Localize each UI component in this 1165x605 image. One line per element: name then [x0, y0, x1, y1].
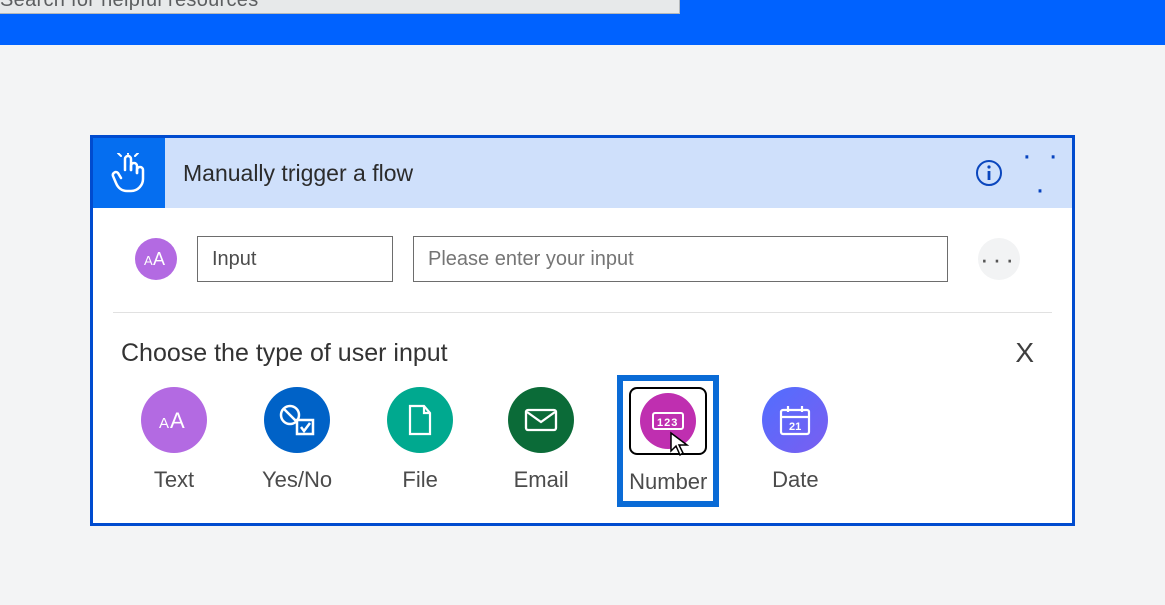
- text-type-icon: A A: [135, 238, 177, 280]
- trigger-card: Manually trigger a flow · · · A A ··: [90, 135, 1075, 526]
- type-label: Yes/No: [262, 467, 332, 493]
- resource-search[interactable]: Search for helpful resources: [0, 0, 680, 14]
- input-types-row: A A Text Yes/No: [121, 387, 1044, 495]
- date-icon: 21: [762, 387, 828, 453]
- trigger-header[interactable]: Manually trigger a flow · · ·: [93, 138, 1072, 208]
- type-label: Email: [514, 467, 569, 493]
- svg-text:21: 21: [789, 421, 801, 433]
- input-type-text[interactable]: A A Text: [141, 387, 207, 495]
- type-label: File: [402, 467, 437, 493]
- text-icon: A A: [141, 387, 207, 453]
- trigger-menu-icon[interactable]: · · ·: [1012, 139, 1072, 207]
- type-label: Text: [154, 467, 194, 493]
- file-icon: [387, 387, 453, 453]
- close-icon[interactable]: X: [1015, 337, 1044, 369]
- type-label: Number: [629, 469, 707, 495]
- existing-input-row: A A ···: [113, 214, 1052, 313]
- input-type-number[interactable]: 123 Number: [617, 375, 719, 507]
- trigger-title: Manually trigger a flow: [165, 160, 966, 187]
- type-label: Date: [772, 467, 818, 493]
- input-row-menu-icon[interactable]: ···: [978, 238, 1020, 280]
- flow-canvas: Manually trigger a flow · · · A A ··: [0, 45, 1165, 526]
- email-icon: [508, 387, 574, 453]
- app-ribbon: Search for helpful resources: [0, 0, 1165, 45]
- svg-text:123: 123: [657, 417, 678, 429]
- number-icon: 123: [629, 387, 707, 455]
- input-type-file[interactable]: File: [387, 387, 453, 495]
- choose-input-type-section: Choose the type of user input X A A Text: [93, 313, 1072, 523]
- svg-text:A: A: [159, 415, 169, 432]
- svg-text:A: A: [144, 253, 153, 268]
- manual-trigger-icon: [93, 138, 165, 208]
- input-type-email[interactable]: Email: [508, 387, 574, 495]
- input-type-date[interactable]: 21 Date: [762, 387, 828, 495]
- svg-text:A: A: [153, 249, 165, 269]
- input-name-field[interactable]: [197, 236, 393, 282]
- input-type-yesno[interactable]: Yes/No: [262, 387, 332, 495]
- info-icon[interactable]: [966, 158, 1012, 188]
- cursor-icon: [669, 431, 691, 457]
- choose-heading: Choose the type of user input: [121, 339, 448, 368]
- yesno-icon: [264, 387, 330, 453]
- svg-text:A: A: [170, 408, 185, 432]
- input-description-field[interactable]: [413, 236, 948, 282]
